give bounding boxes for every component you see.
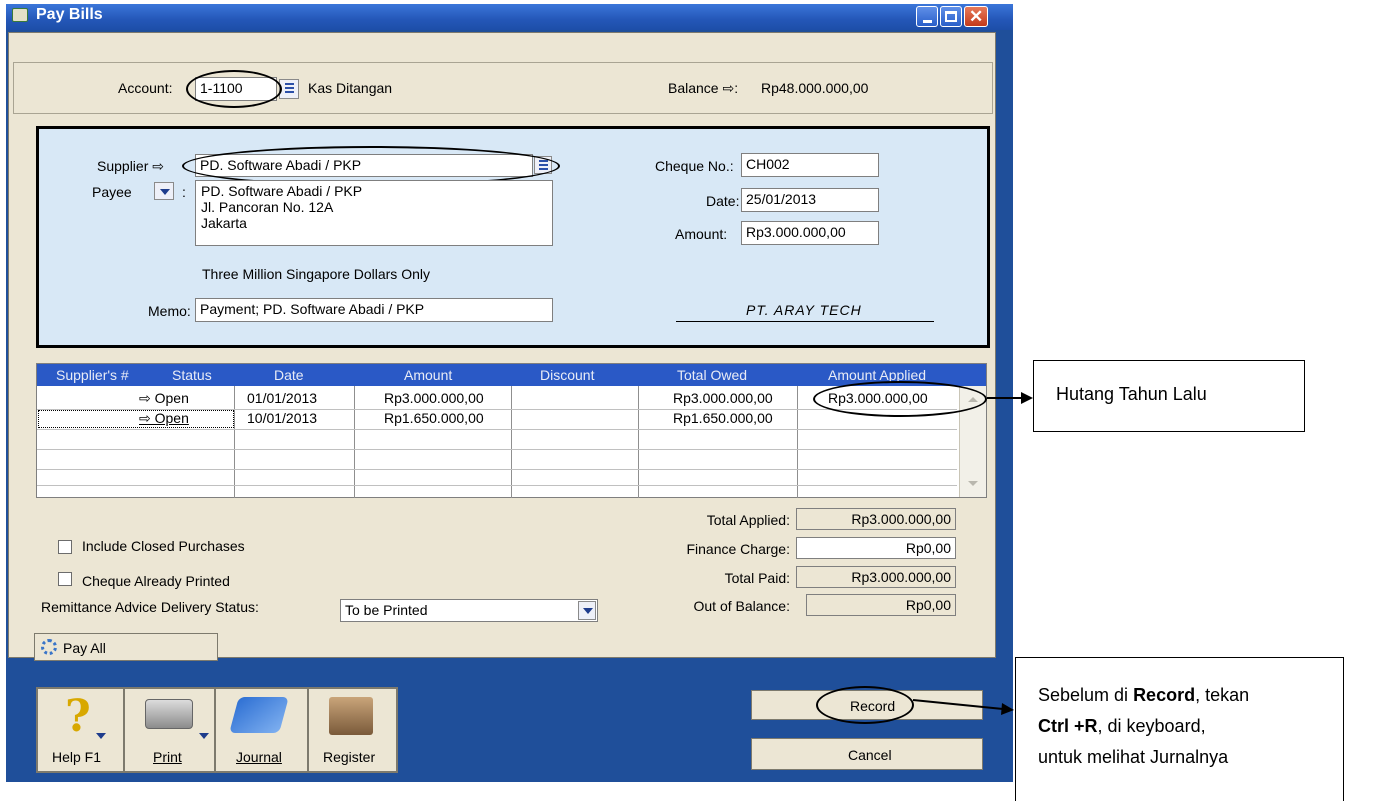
annotation-arrows — [912, 392, 1033, 715]
arrow-to-note — [912, 699, 1004, 710]
arrowhead-icon — [1001, 703, 1014, 715]
arrowhead-icon — [1021, 392, 1033, 404]
